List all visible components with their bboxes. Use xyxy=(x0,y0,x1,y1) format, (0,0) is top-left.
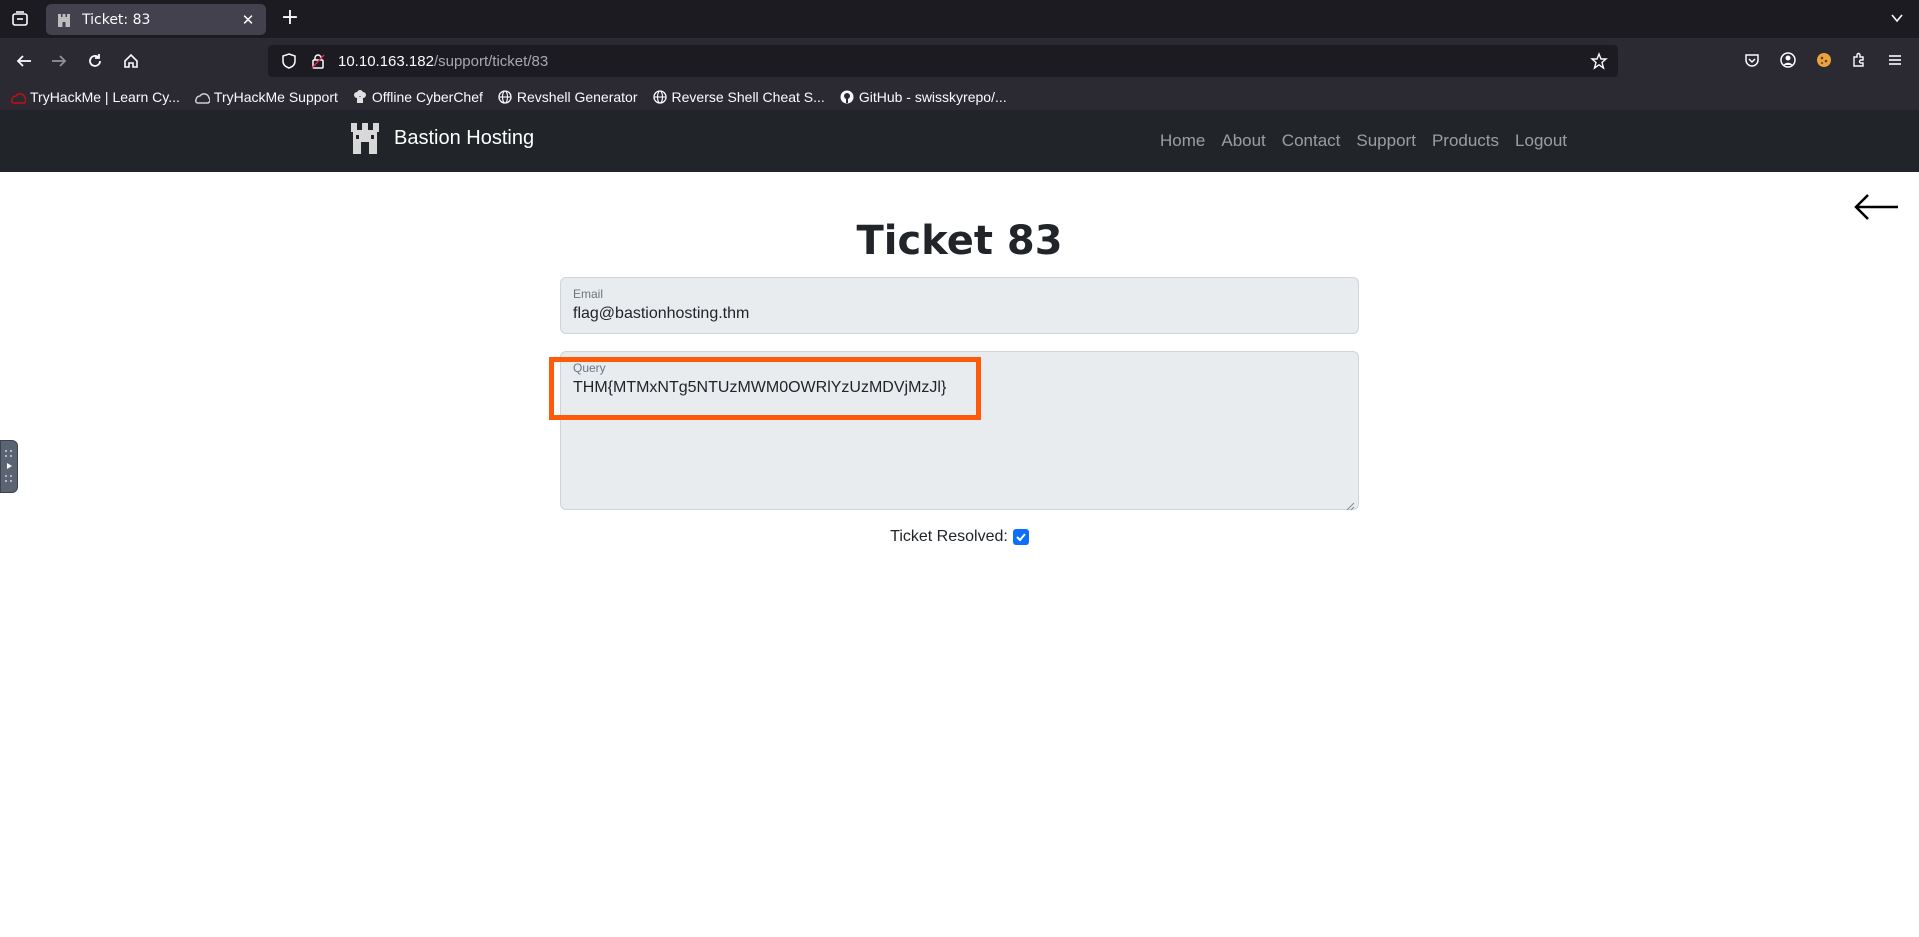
brand-name: Bastion Hosting xyxy=(394,126,535,149)
home-button[interactable] xyxy=(120,50,142,72)
bookmark-tryhackme-support[interactable]: TryHackMe Support xyxy=(194,89,338,105)
resolved-checkbox[interactable] xyxy=(1012,529,1029,545)
ticket-resolved-row: Ticket Resolved: xyxy=(0,528,1919,546)
bookmark-revshell-generator[interactable]: Revshell Generator xyxy=(497,89,638,105)
nav-contact[interactable]: Contact xyxy=(1274,131,1349,151)
bookmark-label: Reverse Shell Cheat S... xyxy=(671,89,825,105)
site-navbar: Bastion Hosting Home About Contact Suppo… xyxy=(0,110,1919,172)
insecure-lock-icon[interactable] xyxy=(310,53,326,69)
bookmark-label: TryHackMe Support xyxy=(213,89,338,105)
nav-support[interactable]: Support xyxy=(1348,131,1424,151)
bookmark-cyberchef[interactable]: Offline CyberChef xyxy=(352,89,483,105)
bookmark-label: Offline CyberChef xyxy=(371,89,483,105)
globe-icon xyxy=(497,89,513,105)
castle-icon xyxy=(56,12,72,28)
page-title: Ticket 83 xyxy=(856,218,1063,264)
globe-icon xyxy=(652,89,668,105)
account-icon[interactable] xyxy=(1778,50,1798,70)
nav-home[interactable]: Home xyxy=(1152,131,1213,151)
browser-toolbar: 10.10.163.182/support/ticket/83 xyxy=(0,38,1919,84)
tab-list-icon[interactable] xyxy=(10,9,30,29)
resize-grip-icon[interactable] xyxy=(1345,496,1355,511)
castle-logo-icon xyxy=(350,120,380,156)
nav-products[interactable]: Products xyxy=(1424,131,1507,151)
url-path: /support/ticket/83 xyxy=(433,52,549,70)
forward-arrow-icon xyxy=(52,55,67,67)
back-button[interactable] xyxy=(13,50,35,72)
url-bar[interactable]: 10.10.163.182/support/ticket/83 xyxy=(268,45,1618,77)
email-field[interactable]: Email flag@bastionhosting.thm xyxy=(560,277,1359,334)
resolved-label: Ticket Resolved: xyxy=(890,528,1008,545)
chef-icon xyxy=(352,89,368,105)
tab-title: Ticket: 83 xyxy=(82,11,151,28)
bookmark-label: Revshell Generator xyxy=(516,89,638,105)
browser-tabbar: Ticket: 83 ✕ + xyxy=(0,0,1919,38)
bookmarks-bar: TryHackMe | Learn Cy... TryHackMe Suppor… xyxy=(0,84,1919,110)
close-icon[interactable]: ✕ xyxy=(240,12,256,28)
site-nav-links: Home About Contact Support Products Logo… xyxy=(1152,110,1575,172)
pocket-icon[interactable] xyxy=(1742,50,1762,70)
brand-link[interactable]: Bastion Hosting xyxy=(350,120,534,156)
forward-button[interactable] xyxy=(48,50,70,72)
tryhackme-icon xyxy=(10,89,26,105)
checkmark-icon xyxy=(1016,533,1026,542)
tab-active[interactable]: Ticket: 83 ✕ xyxy=(46,4,266,35)
bookmark-label: GitHub - swisskyrepo/... xyxy=(858,89,1007,105)
reload-icon xyxy=(89,54,101,67)
bookmark-star-icon[interactable] xyxy=(1590,52,1608,70)
url-host: 10.10.163.182 xyxy=(338,52,434,70)
hamburger-menu-icon[interactable] xyxy=(1885,50,1905,70)
reload-button[interactable] xyxy=(84,50,106,72)
bookmark-github[interactable]: GitHub - swisskyrepo/... xyxy=(839,89,1007,105)
nav-about[interactable]: About xyxy=(1213,131,1273,151)
extensions-icon[interactable] xyxy=(1849,50,1869,70)
email-value: flag@bastionhosting.thm xyxy=(573,305,750,322)
flag-highlight-annotation xyxy=(549,357,981,420)
nav-logout[interactable]: Logout xyxy=(1507,131,1575,151)
shield-icon[interactable] xyxy=(280,52,298,70)
grip-icon xyxy=(5,450,12,482)
bookmark-label: TryHackMe | Learn Cy... xyxy=(30,89,180,105)
chevron-down-icon[interactable] xyxy=(1889,10,1905,26)
home-icon xyxy=(124,53,138,68)
new-tab-button[interactable]: + xyxy=(280,7,300,29)
side-panel-handle[interactable] xyxy=(0,440,18,493)
back-arrow-icon xyxy=(16,55,31,67)
cloud-icon xyxy=(194,89,210,105)
cookie-extension-icon[interactable] xyxy=(1814,50,1834,70)
bookmark-tryhackme[interactable]: TryHackMe | Learn Cy... xyxy=(10,89,180,105)
github-icon xyxy=(839,89,855,105)
email-label: Email xyxy=(573,287,604,301)
bookmark-reverse-shell-cheat[interactable]: Reverse Shell Cheat S... xyxy=(652,89,825,105)
